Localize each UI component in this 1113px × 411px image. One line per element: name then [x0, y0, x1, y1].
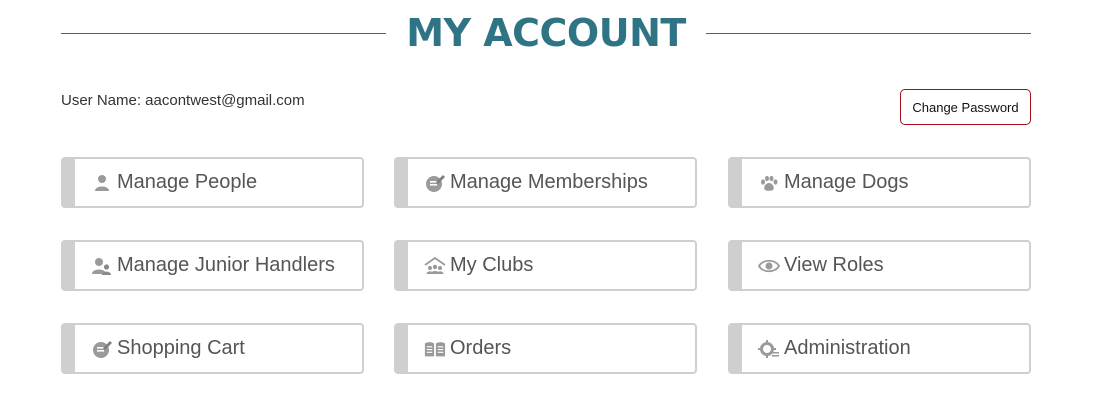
- tile-label: Manage Memberships: [450, 171, 648, 193]
- username-text: User Name: aacontwest@gmail.com: [61, 92, 305, 109]
- tile-label: Manage Dogs: [784, 171, 909, 193]
- admin-gear-icon: [758, 338, 780, 360]
- tile-label: View Roles: [784, 254, 884, 276]
- club-house-icon: [424, 255, 446, 277]
- tile-label: My Clubs: [450, 254, 534, 276]
- administration-button[interactable]: Administration: [728, 323, 1031, 374]
- tile-label: Shopping Cart: [117, 337, 245, 359]
- change-password-button[interactable]: Change Password: [900, 89, 1031, 125]
- manage-junior-handlers-button[interactable]: Manage Junior Handlers: [61, 240, 364, 291]
- paw-icon: [758, 172, 780, 194]
- title-row: MY ACCOUNT: [61, 8, 1032, 58]
- membership-edit-icon: [424, 172, 446, 194]
- manage-memberships-button[interactable]: Manage Memberships: [394, 157, 697, 208]
- cart-edit-icon: [91, 338, 113, 360]
- orders-button[interactable]: Orders: [394, 323, 697, 374]
- view-roles-button[interactable]: View Roles: [728, 240, 1031, 291]
- title-divider-right: [705, 32, 1032, 34]
- tile-label: Manage People: [117, 171, 258, 193]
- eye-icon: [758, 255, 780, 277]
- person-icon: [91, 172, 113, 194]
- title-divider-left: [61, 32, 387, 34]
- book-icon: [424, 338, 446, 360]
- tile-label: Administration: [784, 337, 911, 359]
- my-clubs-button[interactable]: My Clubs: [394, 240, 697, 291]
- manage-people-button[interactable]: Manage People: [61, 157, 364, 208]
- junior-handlers-icon: [91, 255, 113, 277]
- page-title: MY ACCOUNT: [406, 11, 686, 55]
- tile-label: Orders: [450, 337, 512, 359]
- tile-label: Manage Junior Handlers: [117, 254, 335, 276]
- shopping-cart-button[interactable]: Shopping Cart: [61, 323, 364, 374]
- my-account-page: MY ACCOUNT User Name: aacontwest@gmail.c…: [0, 0, 1113, 411]
- manage-dogs-button[interactable]: Manage Dogs: [728, 157, 1031, 208]
